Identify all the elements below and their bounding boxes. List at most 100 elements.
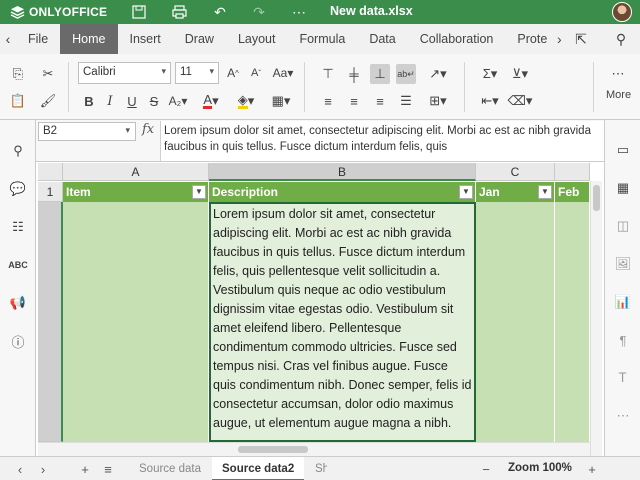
decrease-font-icon[interactable]: Aˇ [246,63,266,83]
vertical-scroll-thumb[interactable] [593,185,600,211]
sheet-tab-source-data2[interactable]: Source data2 [212,457,305,480]
tab-collaboration[interactable]: Collaboration [408,24,506,54]
tab-insert[interactable]: Insert [118,24,173,54]
chart-settings-icon[interactable]: 📊 [613,292,633,312]
active-cell-b2[interactable]: Lorem ipsum dolor sit amet, consectetur … [209,202,476,442]
cell-settings-icon[interactable]: ▭ [613,140,633,160]
text-art-settings-icon[interactable]: Ꭲ [613,368,633,388]
header-cell-feb[interactable]: Feb [555,182,590,202]
cut-icon[interactable]: ✂ [38,64,58,84]
tab-data[interactable]: Data [357,24,407,54]
about-icon[interactable]: ⓘ [8,331,28,351]
fill-color-icon[interactable]: ◈ ▾ [233,91,259,111]
bold-icon[interactable]: B [79,91,99,111]
shape-settings-icon[interactable]: ◫ [613,216,633,236]
borders-icon[interactable]: ▦▾ [268,91,294,111]
align-right-icon[interactable]: ≡ [370,91,390,111]
prev-sheet-icon[interactable]: ‹ [12,461,28,477]
align-left-icon[interactable]: ≡ [318,91,338,111]
cell-a2[interactable] [63,202,209,442]
header-cell-description[interactable]: Description ▼ [209,182,476,202]
column-header-a[interactable]: A [63,163,209,181]
row-header-1[interactable]: 1 [38,182,63,202]
clear-icon[interactable]: ⌫▾ [506,91,534,111]
row-header-2[interactable] [38,202,63,442]
select-all-corner[interactable] [38,163,63,181]
font-name-select[interactable]: Calibri ▾ [78,62,171,84]
header-cell-item[interactable]: Item ▼ [63,182,209,202]
horizontal-scroll-thumb[interactable] [238,446,308,453]
search-icon[interactable]: ⚲ [8,141,28,161]
paste-icon[interactable]: 📋 [8,91,28,111]
align-center-icon[interactable]: ≡ [344,91,364,111]
font-color-icon[interactable]: A ▾ [199,91,223,111]
number-format-icon[interactable]: ⇤▾ [476,91,504,111]
font-size-select[interactable]: 11 ▾ [175,62,219,84]
feedback-icon[interactable]: 📢 [8,293,28,313]
filter-dropdown-icon[interactable]: ▼ [192,185,206,199]
align-top-icon[interactable]: ⊤ [318,64,338,84]
tabs-scroll-left-icon[interactable]: ‹ [0,31,16,47]
open-file-location-icon[interactable]: ⇱ [572,31,590,47]
spreadsheet-grid[interactable]: A B C 1 Item ▼ Description ▼ Jan ▼ Feb L… [38,163,602,456]
italic-icon[interactable]: I [100,91,120,111]
redo-icon[interactable]: ↷ [251,4,267,20]
copy-icon[interactable]: ⎘ [8,64,28,84]
print-icon[interactable] [171,4,187,20]
strikethrough-icon[interactable]: S [144,91,164,111]
change-case-icon[interactable]: Aa▾ [270,63,296,83]
sheet-list-icon[interactable]: ≡ [100,461,116,477]
autosum-icon[interactable]: Σ▾ [476,64,504,84]
slicer-settings-icon[interactable]: ⋯ [613,406,633,426]
image-settings-icon[interactable]: 🖼 [613,254,633,274]
comments-icon[interactable]: 💬 [8,179,28,199]
tab-layout[interactable]: Layout [226,24,288,54]
next-sheet-icon[interactable]: › [35,461,51,477]
cell-c2[interactable] [476,202,555,442]
tabs-scroll-right-icon[interactable]: › [551,31,567,47]
paragraph-settings-icon[interactable]: ¶ [613,330,633,350]
save-icon[interactable] [131,4,147,20]
cell-d2[interactable] [555,202,590,442]
tab-formula[interactable]: Formula [287,24,357,54]
zoom-in-icon[interactable]: + [584,461,600,477]
column-header-b[interactable]: B [209,163,476,181]
wrap-text-icon[interactable]: ab↵ [396,64,416,84]
tab-draw[interactable]: Draw [173,24,226,54]
search-icon[interactable]: ⚲ [612,31,630,47]
tab-home[interactable]: Home [60,24,118,54]
sheet-tab-source-data[interactable]: Source data [129,457,211,480]
merge-cells-icon[interactable]: ⊞▾ [424,91,452,111]
more-actions-icon[interactable]: ⋯ [291,4,307,20]
name-box[interactable]: B2 ▾ [38,122,136,141]
format-painter-icon[interactable]: 🖌 [38,91,58,111]
more-icon[interactable]: ⋯ [608,64,628,84]
spellcheck-icon[interactable]: ABC [8,255,28,275]
vertical-scrollbar[interactable] [590,181,602,456]
zoom-out-icon[interactable]: − [478,461,494,477]
subscript-icon[interactable]: A₂▾ [166,91,190,111]
table-settings-icon[interactable]: ▦ [613,178,633,198]
tab-protection[interactable]: Prote [505,24,551,54]
column-header-d[interactable] [555,163,590,181]
text-orientation-icon[interactable]: ↗▾ [424,64,452,84]
filter-dropdown-icon[interactable]: ▼ [459,185,473,199]
fill-icon[interactable]: ⊻▾ [506,64,534,84]
align-middle-icon[interactable]: ╪ [344,64,364,84]
insert-function-icon[interactable]: fx [142,122,154,137]
header-cell-jan[interactable]: Jan ▼ [476,182,555,202]
column-header-c[interactable]: C [476,163,555,181]
align-bottom-icon[interactable]: ⊥ [370,64,390,84]
add-sheet-icon[interactable]: + [77,461,93,477]
justify-icon[interactable]: ☰ [396,91,416,111]
increase-font-icon[interactable]: A ^ [223,63,243,83]
undo-icon[interactable]: ↶ [212,4,228,20]
chat-icon[interactable]: ☷ [8,217,28,237]
sheet-tab-sh[interactable]: Sh [305,457,327,480]
more-label[interactable]: More [606,89,631,101]
filter-dropdown-icon[interactable]: ▼ [538,185,552,199]
tab-file[interactable]: File [16,24,60,54]
underline-icon[interactable]: U [122,91,142,111]
horizontal-scrollbar[interactable] [38,442,590,456]
user-avatar[interactable] [612,2,632,22]
